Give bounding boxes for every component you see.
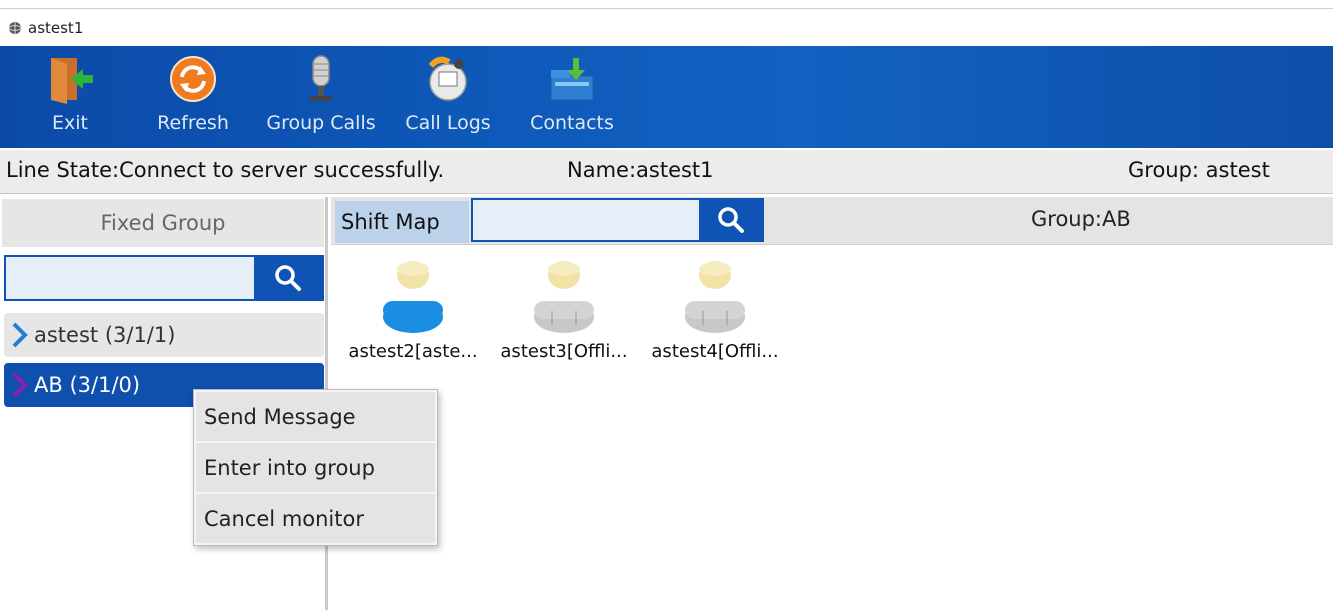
group-calls-button[interactable]: Group Calls xyxy=(256,46,386,146)
status-bar: Line State:Connect to server successfull… xyxy=(0,150,1333,194)
group-item-label: AB (3/1/0) xyxy=(34,373,141,397)
right-search-input[interactable] xyxy=(473,200,699,240)
refresh-label: Refresh xyxy=(157,112,229,134)
call-logs-label: Call Logs xyxy=(405,112,491,134)
member-astest2[interactable]: astest2[aste... xyxy=(338,253,488,362)
user-offline-icon xyxy=(685,261,745,333)
user-offline-icon xyxy=(534,261,594,333)
window-titlebar: astest1 xyxy=(0,8,1333,46)
current-group-label: Group:AB xyxy=(1031,207,1131,231)
status-group-text: Group: astest xyxy=(1128,158,1270,182)
group-context-menu: Send Message Enter into group Cancel mon… xyxy=(193,389,438,546)
member-astest4[interactable]: astest4[Offli... xyxy=(640,253,790,362)
refresh-button[interactable]: Refresh xyxy=(148,46,238,146)
chevron-right-icon xyxy=(12,372,28,398)
menu-item-send-message[interactable]: Send Message xyxy=(196,392,435,441)
contacts-button[interactable]: Contacts xyxy=(520,46,624,146)
group-calls-label: Group Calls xyxy=(266,112,376,134)
call-logs-button[interactable]: Call Logs xyxy=(398,46,498,146)
app-globe-icon xyxy=(8,21,22,34)
exit-button[interactable]: Exit xyxy=(30,46,110,146)
right-header: Shift Map Group:AB xyxy=(331,197,1333,245)
menu-item-enter-into-group[interactable]: Enter into group xyxy=(196,443,435,492)
user-online-icon xyxy=(383,261,443,333)
contacts-label: Contacts xyxy=(530,112,614,134)
chevron-right-icon xyxy=(12,322,28,348)
right-search-button[interactable] xyxy=(699,200,762,240)
member-label: astest4[Offli... xyxy=(651,341,779,362)
refresh-icon xyxy=(170,56,216,102)
contacts-icon xyxy=(550,58,594,101)
right-panel: Shift Map Group:AB astest2[aste... astes… xyxy=(331,197,1333,610)
group-item-astest[interactable]: astest (3/1/1) xyxy=(4,313,324,357)
group-item-label: astest (3/1/1) xyxy=(34,323,176,347)
window-title: astest1 xyxy=(28,18,84,37)
left-search-input[interactable] xyxy=(6,257,254,299)
line-state-text: Line State:Connect to server successfull… xyxy=(6,158,445,182)
left-search-button[interactable] xyxy=(254,257,322,299)
search-icon xyxy=(275,265,301,291)
fixed-group-tab[interactable]: Fixed Group xyxy=(2,199,324,247)
microphone-icon xyxy=(310,55,332,101)
status-name-text: Name:astest1 xyxy=(567,158,714,182)
member-label: astest3[Offli... xyxy=(500,341,628,362)
member-label: astest2[aste... xyxy=(348,341,478,362)
shift-map-tab[interactable]: Shift Map xyxy=(335,201,469,243)
call-logs-icon xyxy=(428,56,467,101)
menu-item-cancel-monitor[interactable]: Cancel monitor xyxy=(196,494,435,543)
left-search-box xyxy=(4,255,324,301)
main-toolbar: Exit Refresh Group Calls Call Logs Conta… xyxy=(0,46,1333,148)
member-astest3[interactable]: astest3[Offli... xyxy=(489,253,639,362)
search-icon xyxy=(717,207,744,233)
right-search-box xyxy=(471,198,764,242)
exit-label: Exit xyxy=(52,112,88,134)
exit-door-icon xyxy=(51,58,93,104)
